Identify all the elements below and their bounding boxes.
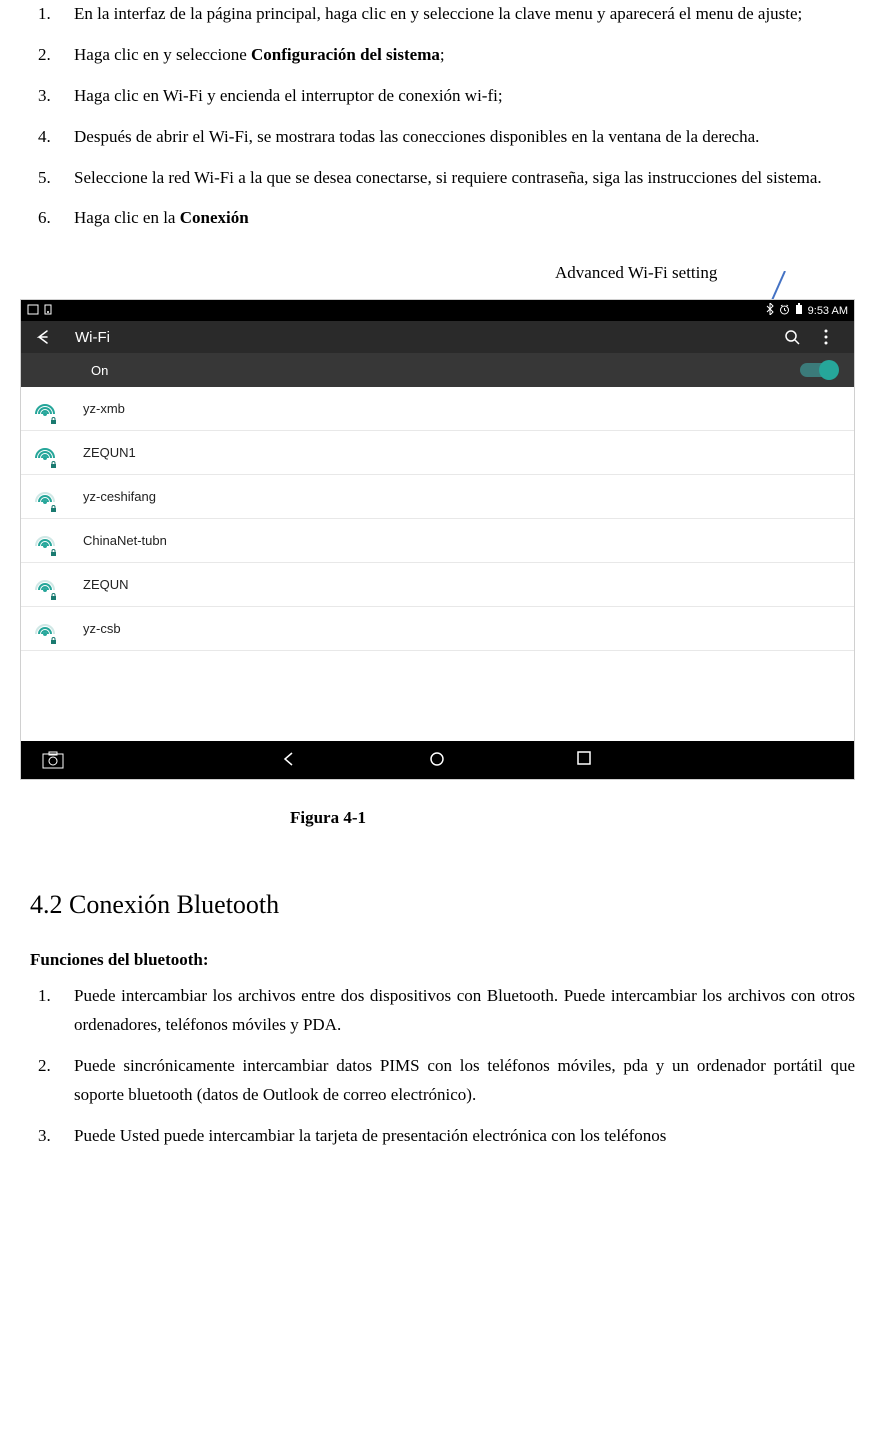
bluetooth-function-number: 3. xyxy=(38,1122,74,1151)
instruction-text: Seleccione la red Wi-Fi a la que se dese… xyxy=(74,164,855,193)
bluetooth-function-number: 2. xyxy=(38,1052,74,1110)
wifi-settings-screenshot: 9:53 AM Wi-Fi On yz-xmb ZEQUN1 yz-ceshifan… xyxy=(20,299,855,780)
screenshot-indicator-icon xyxy=(27,304,39,318)
instruction-text: En la interfaz de la página principal, h… xyxy=(74,0,855,29)
instruction-item: 4.Después de abrir el Wi-Fi, se mostrara… xyxy=(38,123,855,152)
wifi-toggle-bar: On xyxy=(21,353,854,387)
figure-caption: Figura 4-1 xyxy=(290,808,855,828)
search-icon[interactable] xyxy=(784,329,800,345)
navigation-bar xyxy=(21,741,854,779)
wifi-network-item[interactable]: yz-csb xyxy=(21,607,854,651)
overflow-menu-icon[interactable] xyxy=(824,329,840,345)
wifi-network-item[interactable]: yz-xmb xyxy=(21,387,854,431)
wifi-signal-icon xyxy=(35,443,55,463)
callout-label: Advanced Wi-Fi setting xyxy=(555,263,717,283)
instruction-text: Después de abrir el Wi-Fi, se mostrara t… xyxy=(74,123,855,152)
instruction-number: 2. xyxy=(38,41,74,70)
lock-icon xyxy=(50,545,57,552)
instruction-item: 1.En la interfaz de la página principal,… xyxy=(38,0,855,29)
app-indicator-icon xyxy=(44,304,52,318)
instruction-item: 2.Haga clic en y seleccione Configuració… xyxy=(38,41,855,70)
instruction-number: 4. xyxy=(38,123,74,152)
wifi-signal-icon xyxy=(35,531,55,551)
alarm-icon xyxy=(779,304,790,318)
bluetooth-function-text: Puede Usted puede intercambiar la tarjet… xyxy=(74,1122,855,1151)
lock-icon xyxy=(50,413,57,420)
lock-icon xyxy=(50,457,57,464)
status-bar-right: 9:53 AM xyxy=(766,303,848,318)
bluetooth-subheading: Funciones del bluetooth: xyxy=(30,950,855,970)
bluetooth-function-item: 2.Puede sincrónicamente intercambiar dat… xyxy=(38,1052,855,1110)
wifi-network-list: yz-xmb ZEQUN1 yz-ceshifang ChinaNet-tubn ZEQ… xyxy=(21,387,854,651)
back-icon[interactable] xyxy=(35,329,51,345)
wifi-network-name: ZEQUN xyxy=(83,577,129,592)
wifi-network-name: ChinaNet-tubn xyxy=(83,533,167,548)
nav-back-icon[interactable] xyxy=(281,751,299,769)
wifi-network-item[interactable]: ZEQUN1 xyxy=(21,431,854,475)
wifi-signal-icon xyxy=(35,575,55,595)
screenshot-blank-area xyxy=(21,651,854,741)
wifi-toggle-label: On xyxy=(91,363,108,378)
lock-icon xyxy=(50,589,57,596)
wifi-signal-icon xyxy=(35,399,55,419)
wifi-signal-icon xyxy=(35,619,55,639)
status-bar-left xyxy=(27,304,52,318)
callout-row: Advanced Wi-Fi setting xyxy=(20,263,855,293)
bluetooth-icon xyxy=(766,303,774,318)
nav-recents-icon[interactable] xyxy=(577,751,595,769)
section-heading-bluetooth: 4.2 Conexión Bluetooth xyxy=(30,890,855,920)
bluetooth-function-item: 3.Puede Usted puede intercambiar la tarj… xyxy=(38,1122,855,1151)
instruction-number: 3. xyxy=(38,82,74,111)
bluetooth-function-item: 1.Puede intercambiar los archivos entre … xyxy=(38,982,855,1040)
instruction-text: Haga clic en Wi-Fi y encienda el interru… xyxy=(74,82,855,111)
lock-icon xyxy=(50,501,57,508)
lock-icon xyxy=(50,633,57,640)
appbar-title: Wi-Fi xyxy=(75,329,760,346)
instruction-number: 5. xyxy=(38,164,74,193)
wifi-network-name: yz-ceshifang xyxy=(83,489,156,504)
wifi-network-item[interactable]: yz-ceshifang xyxy=(21,475,854,519)
wifi-network-name: yz-csb xyxy=(83,621,121,636)
nav-home-icon[interactable] xyxy=(429,751,447,769)
app-bar: Wi-Fi xyxy=(21,321,854,353)
instruction-number: 1. xyxy=(38,0,74,29)
bluetooth-functions-list: 1.Puede intercambiar los archivos entre … xyxy=(38,982,855,1150)
instruction-text: Haga clic en y seleccione Configuración … xyxy=(74,41,855,70)
wifi-network-name: ZEQUN1 xyxy=(83,445,136,460)
screenshot-button-icon[interactable] xyxy=(41,751,65,769)
battery-icon xyxy=(795,303,803,318)
wifi-toggle[interactable] xyxy=(800,363,836,377)
wifi-network-item[interactable]: ZEQUN xyxy=(21,563,854,607)
instruction-item: 6.Haga clic en la Conexión xyxy=(38,204,855,233)
wifi-network-item[interactable]: ChinaNet-tubn xyxy=(21,519,854,563)
bluetooth-function-text: Puede sincrónicamente intercambiar datos… xyxy=(74,1052,855,1110)
instruction-text: Haga clic en la Conexión xyxy=(74,204,855,233)
instruction-number: 6. xyxy=(38,204,74,233)
status-bar: 9:53 AM xyxy=(21,300,854,321)
bluetooth-function-text: Puede intercambiar los archivos entre do… xyxy=(74,982,855,1040)
wifi-signal-icon xyxy=(35,487,55,507)
instruction-item: 3.Haga clic en Wi-Fi y encienda el inter… xyxy=(38,82,855,111)
wifi-network-name: yz-xmb xyxy=(83,401,125,416)
bluetooth-function-number: 1. xyxy=(38,982,74,1040)
status-time: 9:53 AM xyxy=(808,305,848,317)
instruction-item: 5.Seleccione la red Wi-Fi a la que se de… xyxy=(38,164,855,193)
instructions-list: 1.En la interfaz de la página principal,… xyxy=(38,0,855,233)
